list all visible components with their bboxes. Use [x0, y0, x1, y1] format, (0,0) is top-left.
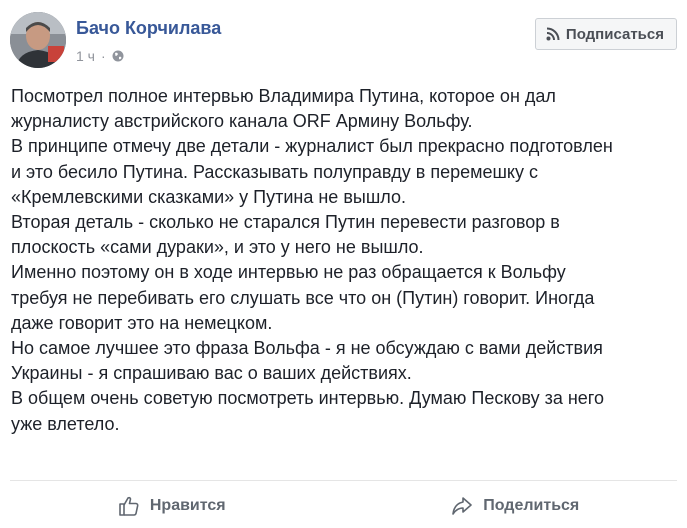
post-text-line: плоскость «сами дураки», и это у него не…	[11, 237, 424, 258]
post-text-line: Посмотрел полное интервью Владимира Пути…	[11, 86, 556, 106]
post-header: Бачо Корчилава 1 ч · Подписаться	[10, 12, 677, 72]
post-body: Посмотрел полное интервью Владимира Пути…	[11, 84, 671, 437]
post-text-line: журналисту австрийского канала ORF Армин…	[11, 111, 473, 132]
post-text-line: и это бесило Путина. Рассказывать полупр…	[11, 161, 539, 182]
post-text-line: уже влетело.	[11, 413, 120, 434]
post-text-line: Но самое лучшее это фраза Вольфа - я не …	[11, 338, 603, 359]
share-arrow-icon	[452, 497, 473, 515]
globe-icon[interactable]	[112, 50, 124, 62]
thumbs-up-icon	[119, 496, 139, 516]
rss-icon	[546, 27, 560, 41]
post-text-line: требуя не перебивать его слушать все что…	[11, 287, 595, 308]
share-button[interactable]: Поделиться	[344, 484, 687, 528]
subscribe-label: Подписаться	[565, 25, 664, 43]
post-text-line: В принципе отмечу две детали - журналист…	[11, 136, 613, 157]
share-label: Поделиться	[483, 497, 580, 514]
post-text-line: Именно поэтому он в ходе интервью не раз…	[11, 262, 566, 283]
author-name[interactable]: Бачо Корчилава	[76, 18, 221, 39]
post-text-line: даже говорит это на немецком.	[11, 312, 273, 333]
post-text-line: В общем очень советую посмотреть интервь…	[11, 388, 604, 409]
post-meta: 1 ч ·	[76, 48, 124, 64]
like-button[interactable]: Нравится	[0, 484, 344, 528]
avatar[interactable]	[10, 12, 66, 68]
post-actions: Нравится Поделиться	[0, 484, 687, 528]
post-text-line: Вторая деталь - сколько не старался Пути…	[11, 212, 560, 233]
subscribe-button[interactable]: Подписаться	[534, 18, 677, 50]
post-time[interactable]: 1 ч	[76, 48, 95, 64]
actions-divider	[10, 480, 677, 481]
post-text-line: «Кремлевскими сказками» у Путина не вышл…	[11, 186, 406, 207]
like-label: Нравится	[149, 497, 226, 514]
post-text-line: Украины - я спрашиваю вас о ваших действ…	[11, 363, 412, 384]
